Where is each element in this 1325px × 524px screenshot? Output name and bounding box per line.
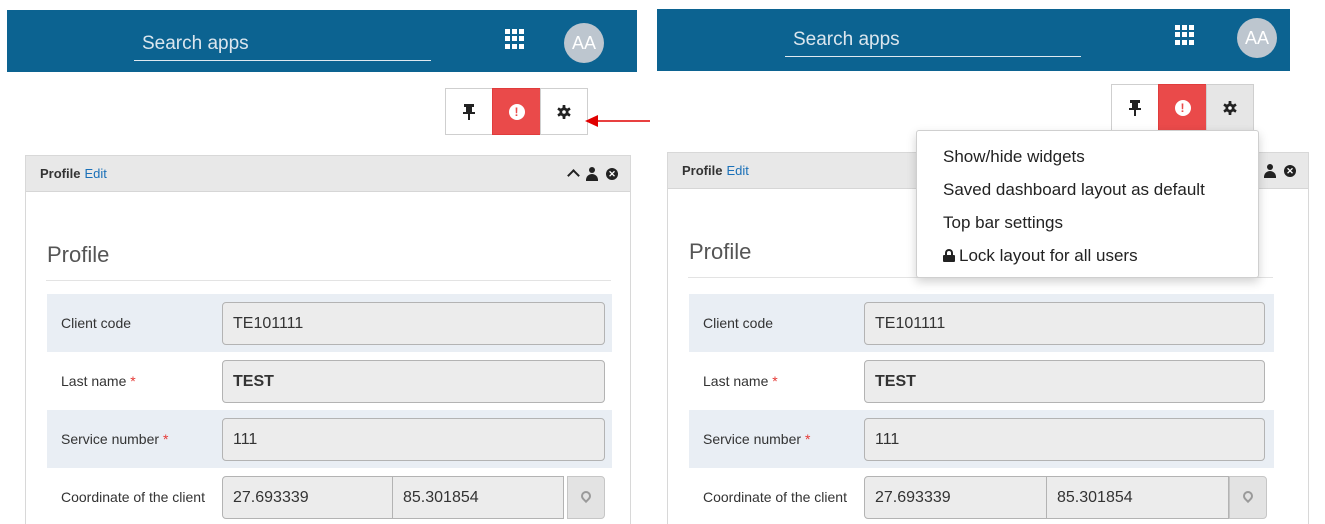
menu-item-lock-layout[interactable]: Lock layout for all users: [917, 239, 1258, 272]
close-icon[interactable]: ✕: [1284, 164, 1296, 177]
form-row-last-name: Last name *: [47, 352, 612, 410]
avatar[interactable]: AA: [1237, 18, 1277, 58]
service-number-field[interactable]: [222, 418, 605, 461]
apps-grid-icon[interactable]: [505, 29, 525, 49]
field-label: Service number *: [703, 431, 811, 447]
after-screenshot: AA ! Profile Edit: [655, 0, 1325, 524]
form-row-coordinate: Coordinate of the client 27.693339 85.30…: [47, 468, 612, 524]
user-icon[interactable]: [1264, 163, 1276, 178]
settings-dropdown-menu: Show/hide widgets Saved dashboard layout…: [916, 130, 1259, 278]
map-marker-icon: [578, 488, 594, 504]
client-code-field[interactable]: [864, 302, 1265, 345]
form-row-client-code: Client code: [689, 294, 1274, 352]
pin-button[interactable]: [445, 88, 493, 135]
latitude-field[interactable]: 27.693339: [222, 476, 393, 519]
latitude-field[interactable]: 27.693339: [864, 476, 1047, 519]
pin-button[interactable]: [1111, 84, 1159, 131]
widget-header: Profile Edit ✕: [26, 156, 630, 192]
pushpin-icon: [1129, 99, 1141, 116]
client-code-field[interactable]: [222, 302, 605, 345]
collapse-icon[interactable]: [567, 169, 580, 182]
settings-button[interactable]: [1206, 84, 1254, 131]
longitude-field[interactable]: 85.301854: [392, 476, 564, 519]
widget-tools: ✕: [567, 166, 630, 182]
map-button[interactable]: [567, 476, 605, 519]
menu-item-show-hide-widgets[interactable]: Show/hide widgets: [917, 140, 1258, 173]
gear-icon: [557, 104, 571, 119]
lock-icon: [943, 249, 955, 262]
form-row-last-name: Last name *: [689, 352, 1274, 410]
close-icon[interactable]: ✕: [606, 167, 618, 180]
field-label: Client code: [703, 315, 774, 331]
top-bar: AA: [657, 9, 1290, 71]
exclamation-icon: !: [508, 103, 525, 120]
field-label: Coordinate of the client: [61, 489, 205, 505]
section-title: Profile: [47, 242, 110, 267]
widget-title: Profile: [40, 166, 81, 181]
form-row-service-number: Service number *: [689, 410, 1274, 468]
top-bar: AA: [7, 10, 637, 72]
menu-item-top-bar-settings[interactable]: Top bar settings: [917, 206, 1258, 239]
form-row-coordinate: Coordinate of the client 27.693339 85.30…: [689, 468, 1274, 524]
widget-title: Profile: [682, 163, 723, 178]
pushpin-icon: [463, 103, 475, 120]
dashboard-toolbar: !: [1111, 84, 1254, 131]
search-input[interactable]: [134, 27, 431, 60]
map-button[interactable]: [1229, 476, 1267, 519]
form-row-service-number: Service number *: [47, 410, 612, 468]
apps-grid-icon[interactable]: [1175, 25, 1195, 45]
avatar[interactable]: AA: [564, 23, 604, 63]
settings-button[interactable]: [540, 88, 588, 135]
menu-item-label: Lock layout for all users: [959, 246, 1138, 265]
section-title: Profile: [689, 239, 752, 264]
map-marker-icon: [1240, 488, 1256, 504]
menu-item-save-layout-default[interactable]: Saved dashboard layout as default: [917, 173, 1258, 206]
search-box: [785, 23, 1081, 57]
field-label: Coordinate of the client: [703, 489, 847, 505]
last-name-field[interactable]: [222, 360, 605, 403]
edit-link[interactable]: Edit: [726, 163, 748, 178]
divider: [46, 280, 611, 281]
field-label: Last name *: [703, 373, 778, 389]
profile-widget: Profile Edit ✕ Profile Client code Last …: [25, 155, 631, 524]
dashboard-toolbar: !: [445, 88, 588, 135]
last-name-field[interactable]: [864, 360, 1265, 403]
longitude-field[interactable]: 85.301854: [1046, 476, 1229, 519]
before-screenshot: AA ! Profile Edit: [0, 0, 650, 524]
search-box: [134, 27, 431, 61]
gear-icon: [1223, 100, 1237, 115]
service-number-field[interactable]: [864, 418, 1265, 461]
field-label: Last name *: [61, 373, 136, 389]
form-row-client-code: Client code: [47, 294, 612, 352]
field-label: Service number *: [61, 431, 169, 447]
search-input[interactable]: [785, 23, 1081, 56]
exclamation-icon: !: [1174, 99, 1191, 116]
user-icon[interactable]: [586, 166, 598, 181]
alert-button[interactable]: !: [492, 88, 541, 135]
field-label: Client code: [61, 315, 132, 331]
alert-button[interactable]: !: [1158, 84, 1207, 131]
edit-link[interactable]: Edit: [84, 166, 106, 181]
annotation-arrow: [585, 115, 650, 127]
